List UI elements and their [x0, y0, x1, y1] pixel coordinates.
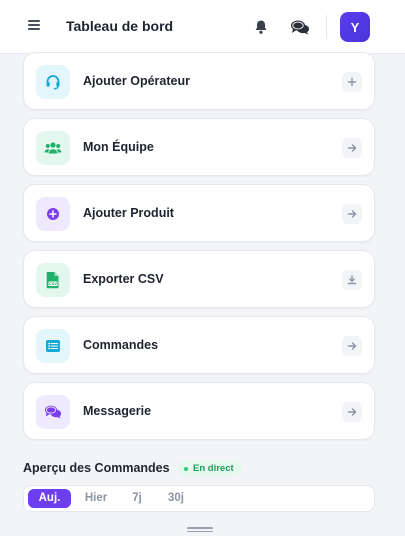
- download-icon[interactable]: [342, 270, 362, 290]
- top-app-bar: Tableau de bord Y: [0, 0, 405, 54]
- avatar[interactable]: Y: [340, 12, 370, 42]
- header-divider: [326, 15, 327, 39]
- arrow-right-icon[interactable]: [342, 336, 362, 356]
- period-today[interactable]: Auj.: [28, 489, 71, 508]
- chat-bubbles-icon[interactable]: [289, 16, 311, 38]
- drag-handle-icon[interactable]: [187, 527, 213, 533]
- svg-text:CSV: CSV: [49, 282, 57, 286]
- action-card-label: Messagerie: [83, 404, 152, 418]
- arrow-right-icon[interactable]: [342, 138, 362, 158]
- bell-icon[interactable]: [250, 16, 272, 38]
- period-30-days[interactable]: 30j: [163, 489, 189, 508]
- headset-icon: [36, 65, 70, 99]
- action-card-messaging[interactable]: Messagerie: [23, 382, 375, 440]
- live-badge: En direct: [177, 461, 242, 476]
- action-card-label: Commandes: [83, 338, 159, 352]
- action-card-label: Ajouter Produit: [83, 206, 174, 220]
- chat-icon: [36, 395, 70, 429]
- arrow-right-icon[interactable]: [342, 204, 362, 224]
- action-card-label: Ajouter Opérateur: [83, 74, 190, 88]
- arrow-right-icon[interactable]: [342, 402, 362, 422]
- plus-icon[interactable]: [342, 72, 362, 92]
- action-card-add-product[interactable]: Ajouter Produit: [23, 184, 375, 242]
- list-icon: [36, 329, 70, 363]
- menu-icon[interactable]: [26, 18, 46, 36]
- period-7-days[interactable]: 7j: [125, 489, 149, 508]
- action-card-orders[interactable]: Commandes: [23, 316, 375, 374]
- action-card-export-csv[interactable]: CSV Exporter CSV: [23, 250, 375, 308]
- page-title: Tableau de bord: [66, 18, 174, 34]
- period-yesterday[interactable]: Hier: [79, 489, 113, 508]
- action-card-my-team[interactable]: Mon Équipe: [23, 118, 375, 176]
- users-icon: [36, 131, 70, 165]
- plus-circle-icon: [36, 197, 70, 231]
- period-selector: Auj. Hier 7j 30j: [23, 485, 375, 512]
- action-card-label: Mon Équipe: [83, 140, 154, 154]
- csv-file-icon: CSV: [36, 263, 70, 297]
- section-title: Aperçu des Commandes: [23, 461, 170, 475]
- action-card-label: Exporter CSV: [83, 272, 164, 286]
- action-card-add-operator[interactable]: Ajouter Opérateur: [23, 52, 375, 110]
